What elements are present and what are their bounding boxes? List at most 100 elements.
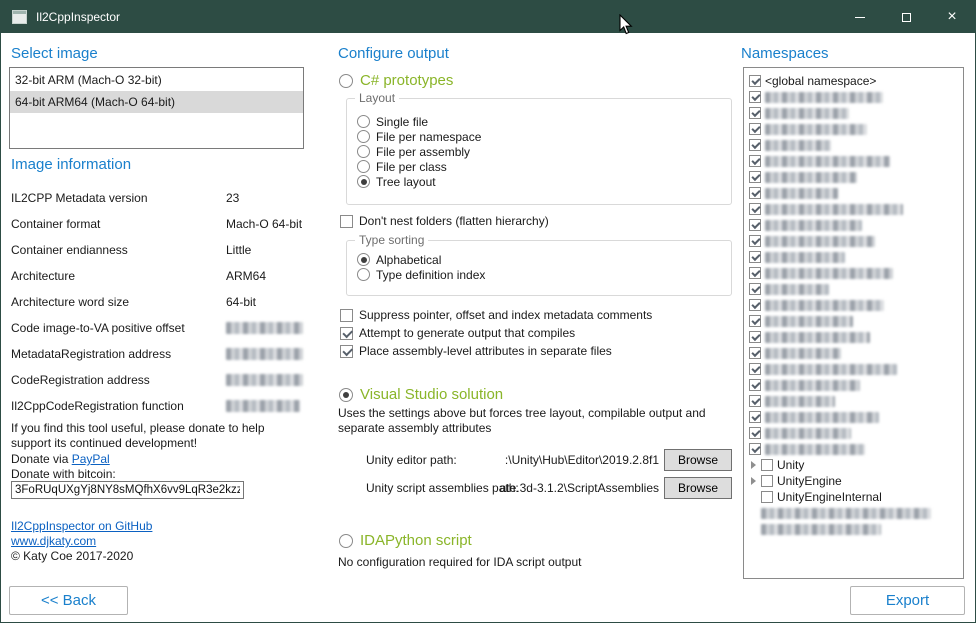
unity-editor-browse-button[interactable]: Browse <box>664 449 732 471</box>
image-list-item[interactable]: 64-bit ARM64 (Mach-O 64-bit) <box>10 91 303 113</box>
namespace-checkbox[interactable] <box>749 139 761 151</box>
namespace-row[interactable]: Unity <box>749 457 963 473</box>
radio-button[interactable] <box>357 160 370 173</box>
namespace-checkbox[interactable] <box>749 379 761 391</box>
radio-option[interactable]: Type definition index <box>357 267 731 282</box>
expander-icon[interactable] <box>749 477 757 485</box>
namespace-checkbox[interactable] <box>749 91 761 103</box>
radio-button[interactable] <box>357 175 370 188</box>
radio-option[interactable]: File per assembly <box>357 144 731 159</box>
unity-script-browse-button[interactable]: Browse <box>664 477 732 499</box>
checkbox[interactable] <box>340 345 353 358</box>
namespace-checkbox[interactable] <box>749 267 761 279</box>
idapython-script-option[interactable]: IDAPython script <box>339 532 472 549</box>
namespace-row[interactable]: UnityEngineInternal <box>749 489 963 505</box>
namespace-checkbox[interactable] <box>749 203 761 215</box>
image-list[interactable]: 32-bit ARM (Mach-O 32-bit) 64-bit ARM64 … <box>9 67 304 149</box>
namespace-checkbox[interactable] <box>749 187 761 199</box>
namespace-row[interactable] <box>749 89 963 105</box>
namespace-row[interactable] <box>749 345 963 361</box>
namespace-row[interactable] <box>749 265 963 281</box>
radio-option[interactable]: Single file <box>357 114 731 129</box>
namespace-row[interactable] <box>749 393 963 409</box>
radio-button[interactable] <box>357 253 370 266</box>
close-button[interactable]: × <box>929 1 975 33</box>
csharp-prototypes-option[interactable]: C# prototypes <box>339 72 453 89</box>
namespace-row[interactable] <box>749 441 963 457</box>
namespace-row[interactable] <box>749 281 963 297</box>
export-button[interactable]: Export <box>850 586 965 615</box>
radio-button[interactable] <box>339 388 353 402</box>
radio-button[interactable] <box>357 268 370 281</box>
namespace-row[interactable] <box>749 137 963 153</box>
checkbox[interactable] <box>340 215 353 228</box>
radio-option[interactable]: File per class <box>357 159 731 174</box>
namespace-row[interactable] <box>749 521 963 537</box>
namespace-checkbox[interactable] <box>749 363 761 375</box>
namespace-row[interactable] <box>749 169 963 185</box>
bitcoin-address-field[interactable] <box>11 481 244 499</box>
paypal-link[interactable]: PayPal <box>72 452 110 466</box>
expander-icon[interactable] <box>749 461 757 469</box>
namespace-checkbox[interactable] <box>749 395 761 407</box>
namespace-checkbox[interactable] <box>749 299 761 311</box>
namespace-checkbox[interactable] <box>749 283 761 295</box>
radio-option[interactable]: Alphabetical <box>357 252 731 267</box>
namespace-row[interactable] <box>749 249 963 265</box>
namespaces-list[interactable]: <global namespace> <box>743 67 964 579</box>
namespace-checkbox[interactable] <box>761 459 773 471</box>
namespace-checkbox[interactable] <box>749 171 761 183</box>
image-list-item[interactable]: 32-bit ARM (Mach-O 32-bit) <box>10 69 303 91</box>
namespace-row[interactable] <box>749 505 963 521</box>
namespace-row[interactable] <box>749 409 963 425</box>
radio-button[interactable] <box>357 130 370 143</box>
namespace-checkbox[interactable] <box>749 155 761 167</box>
radio-button[interactable] <box>357 115 370 128</box>
checkbox-option[interactable]: Attempt to generate output that compiles <box>340 324 652 342</box>
checkbox[interactable] <box>340 327 353 340</box>
namespace-row[interactable] <box>749 313 963 329</box>
radio-button[interactable] <box>339 534 353 548</box>
maximize-button[interactable] <box>883 1 929 33</box>
radio-option[interactable]: Tree layout <box>357 174 731 189</box>
namespace-row[interactable] <box>749 377 963 393</box>
checkbox-option[interactable]: Place assembly-level attributes in separ… <box>340 342 652 360</box>
namespace-row[interactable] <box>749 217 963 233</box>
namespace-checkbox[interactable] <box>749 347 761 359</box>
namespace-checkbox[interactable] <box>749 331 761 343</box>
namespace-checkbox[interactable] <box>761 475 773 487</box>
namespace-row[interactable] <box>749 297 963 313</box>
namespace-checkbox[interactable] <box>749 123 761 135</box>
checkbox[interactable] <box>340 309 353 322</box>
checkbox-option[interactable]: Suppress pointer, offset and index metad… <box>340 306 652 324</box>
namespace-row[interactable] <box>749 361 963 377</box>
namespace-row[interactable] <box>749 153 963 169</box>
namespace-row[interactable]: UnityEngine <box>749 473 963 489</box>
namespace-row[interactable] <box>749 329 963 345</box>
visual-studio-solution-option[interactable]: Visual Studio solution <box>339 386 503 403</box>
github-link[interactable]: Il2CppInspector on GitHub <box>11 519 152 533</box>
namespace-checkbox[interactable] <box>749 75 761 87</box>
flatten-hierarchy-option[interactable]: Don't nest folders (flatten hierarchy) <box>340 214 549 228</box>
namespace-row[interactable] <box>749 105 963 121</box>
website-link[interactable]: www.djkaty.com <box>11 534 96 548</box>
namespace-row[interactable] <box>749 425 963 441</box>
radio-button[interactable] <box>357 145 370 158</box>
radio-option[interactable]: File per namespace <box>357 129 731 144</box>
namespace-row[interactable] <box>749 121 963 137</box>
namespace-checkbox[interactable] <box>749 427 761 439</box>
namespace-row[interactable]: <global namespace> <box>749 73 963 89</box>
namespace-checkbox[interactable] <box>749 251 761 263</box>
namespace-row[interactable] <box>749 185 963 201</box>
namespace-checkbox[interactable] <box>749 443 761 455</box>
back-button[interactable]: << Back <box>9 586 128 615</box>
namespace-checkbox[interactable] <box>749 219 761 231</box>
namespace-checkbox[interactable] <box>749 235 761 247</box>
namespace-checkbox[interactable] <box>749 411 761 423</box>
namespace-checkbox[interactable] <box>749 315 761 327</box>
namespace-checkbox[interactable] <box>761 491 773 503</box>
namespace-row[interactable] <box>749 201 963 217</box>
namespace-row[interactable] <box>749 233 963 249</box>
minimize-button[interactable] <box>837 1 883 33</box>
namespace-checkbox[interactable] <box>749 107 761 119</box>
